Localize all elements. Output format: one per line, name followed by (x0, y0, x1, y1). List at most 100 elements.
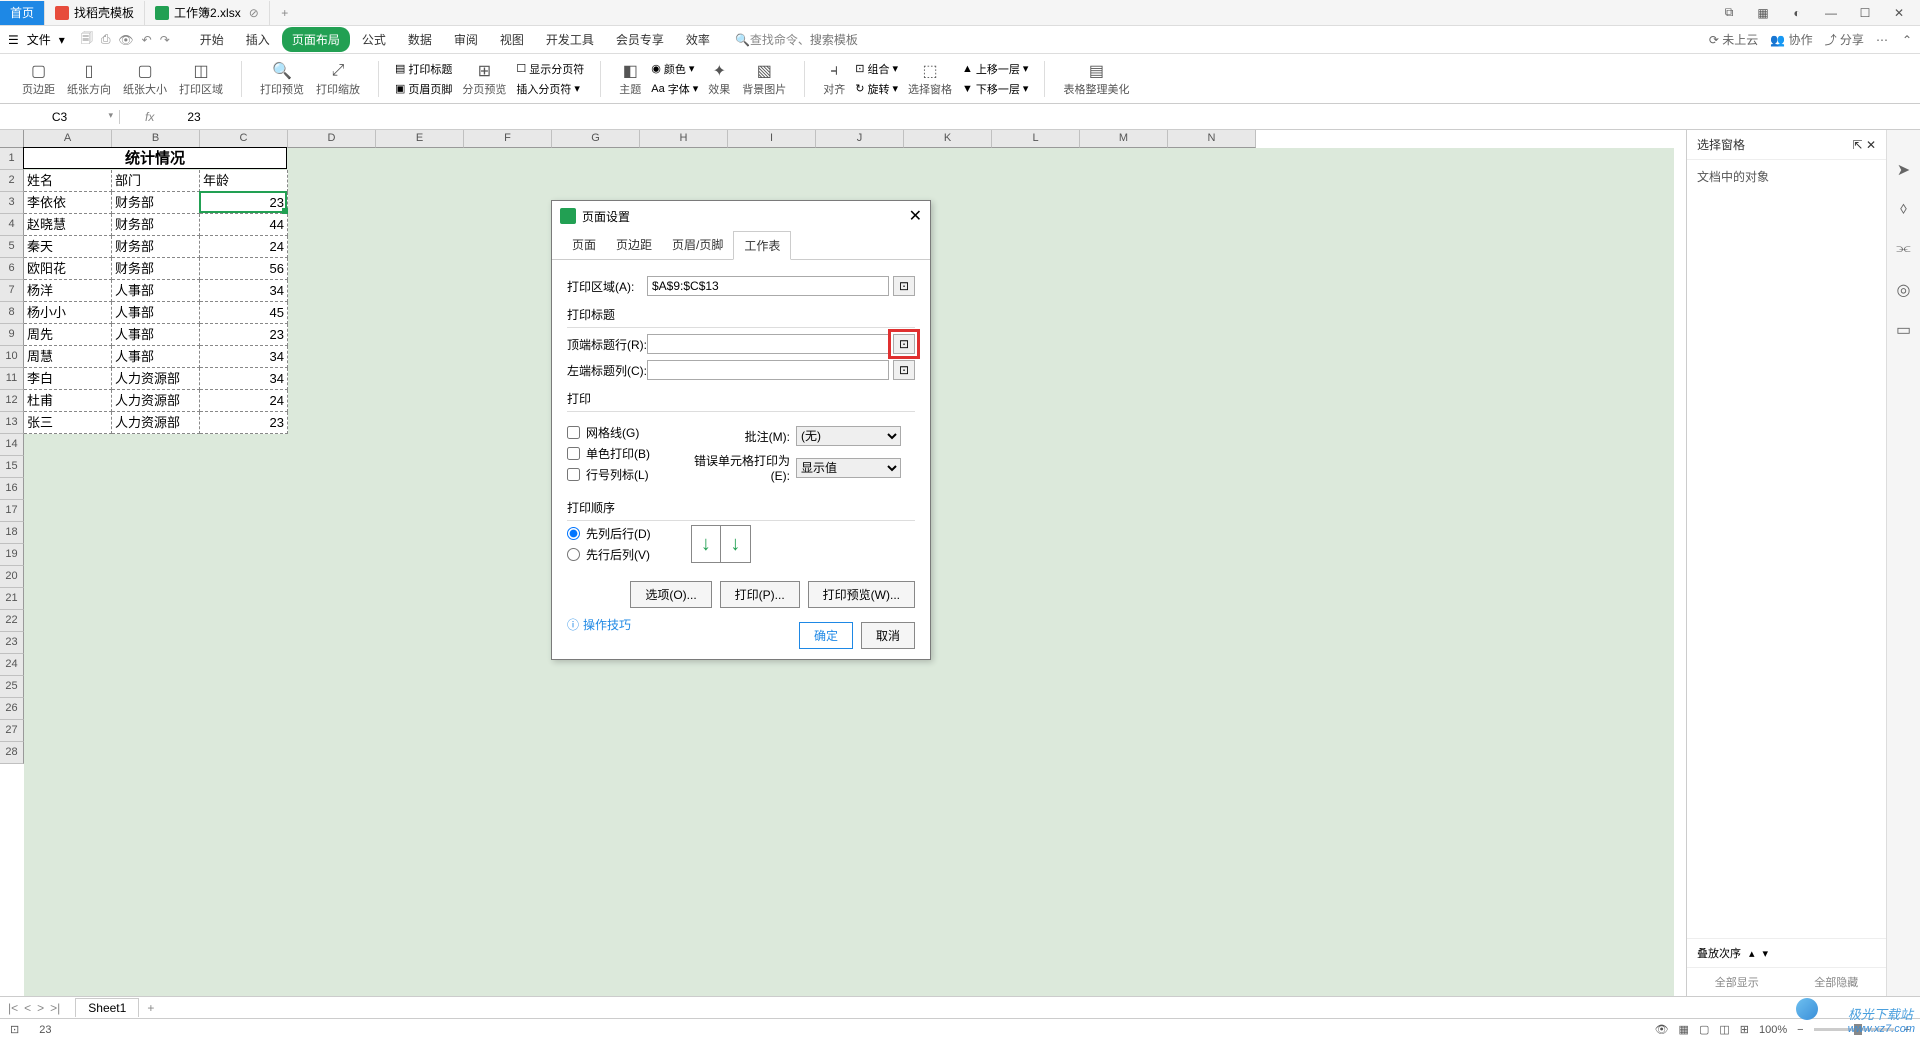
margins-button[interactable]: ▢页边距 (16, 59, 61, 99)
minimize-button[interactable]: — (1818, 2, 1844, 24)
add-sheet-button[interactable]: + (147, 1001, 154, 1015)
data-cell[interactable]: 34 (200, 346, 288, 368)
style-icon[interactable]: ⬨ (1894, 200, 1914, 220)
row-header[interactable]: 13 (0, 412, 24, 434)
data-cell[interactable]: 杜甫 (24, 390, 112, 412)
row-header[interactable]: 9 (0, 324, 24, 346)
menu-tab-2[interactable]: 页面布局 (282, 27, 350, 52)
data-cell[interactable]: 赵晓慧 (24, 214, 112, 236)
ok-button[interactable]: 确定 (799, 622, 853, 649)
save-icon[interactable]: 🗐 (81, 29, 93, 50)
search-box[interactable]: 🔍 查找命令、 (735, 31, 890, 48)
data-cell[interactable]: 23 (200, 324, 288, 346)
menu-icon[interactable]: ☰ (8, 33, 19, 47)
size-button[interactable]: ▢纸张大小 (117, 59, 173, 99)
location-icon[interactable]: ◎ (1894, 280, 1914, 300)
print-area-input[interactable] (647, 276, 889, 296)
col-header[interactable]: D (288, 130, 376, 148)
fx-icon[interactable]: fx (120, 110, 179, 124)
effects-button[interactable]: ✦效果 (702, 59, 736, 99)
data-cell[interactable]: 财务部 (112, 192, 200, 214)
data-cell[interactable]: 李白 (24, 368, 112, 390)
col-header[interactable]: K (904, 130, 992, 148)
pointer-icon[interactable]: ➤ (1894, 160, 1914, 180)
sheet-tab[interactable]: Sheet1 (75, 998, 139, 1017)
cancel-button[interactable]: 取消 (861, 622, 915, 649)
pin-icon[interactable]: ⇱ (1853, 138, 1863, 152)
col-header[interactable]: A (24, 130, 112, 148)
dialog-tab-2[interactable]: 页眉/页脚 (662, 231, 733, 259)
menu-tab-3[interactable]: 公式 (352, 27, 396, 52)
layout-icon[interactable]: ⧉ (1716, 2, 1742, 24)
data-cell[interactable]: 人力资源部 (112, 368, 200, 390)
row-header[interactable]: 2 (0, 170, 24, 192)
menu-tab-5[interactable]: 审阅 (444, 27, 488, 52)
row-header[interactable]: 25 (0, 676, 24, 698)
row-header[interactable]: 17 (0, 500, 24, 522)
tips-link[interactable]: ⓘ 操作技巧 (567, 616, 631, 633)
dialog-tab-0[interactable]: 页面 (562, 231, 606, 259)
redo-icon[interactable]: ↷ (160, 33, 170, 47)
data-cell[interactable]: 34 (200, 368, 288, 390)
data-cell[interactable]: 45 (200, 302, 288, 324)
menu-tab-4[interactable]: 数据 (398, 27, 442, 52)
more-icon[interactable]: ⋯ (1876, 33, 1890, 47)
row-header[interactable]: 7 (0, 280, 24, 302)
col-header[interactable]: H (640, 130, 728, 148)
beautify-button[interactable]: ▤表格整理美化 (1057, 59, 1135, 99)
data-cell[interactable]: 李依依 (24, 192, 112, 214)
top-row-input[interactable] (647, 334, 889, 354)
header-cell[interactable]: 部门 (112, 170, 200, 192)
data-cell[interactable]: 周先 (24, 324, 112, 346)
header-footer-button[interactable]: ▣ 页眉页脚 (391, 80, 456, 98)
new-tab-button[interactable]: + (270, 6, 300, 20)
up-button[interactable]: ▴ (1749, 947, 1755, 960)
show-all-button[interactable]: 全部显示 (1687, 968, 1787, 996)
options-button[interactable]: 选项(O)... (630, 581, 711, 608)
print-scale-button[interactable]: ⤢打印缩放 (310, 59, 366, 99)
chain-icon[interactable]: ⫘ (1894, 240, 1914, 260)
order-down-radio[interactable]: 先列后行(D) (567, 525, 651, 542)
data-cell[interactable]: 财务部 (112, 258, 200, 280)
bring-forward-button[interactable]: ▲ 上移一层 ▾ (958, 60, 1032, 78)
zoom-out-button[interactable]: − (1797, 1024, 1803, 1036)
align-button[interactable]: ⫞对齐 (817, 59, 851, 99)
last-sheet-icon[interactable]: >| (50, 1001, 60, 1015)
header-cell[interactable]: 年龄 (200, 170, 288, 192)
col-header[interactable]: B (112, 130, 200, 148)
orientation-button[interactable]: ▯纸张方向 (61, 59, 117, 99)
first-sheet-icon[interactable]: |< (8, 1001, 18, 1015)
data-cell[interactable]: 周慧 (24, 346, 112, 368)
data-cell[interactable]: 财务部 (112, 236, 200, 258)
row-header[interactable]: 15 (0, 456, 24, 478)
data-cell[interactable]: 23 (200, 412, 288, 434)
comments-select[interactable]: (无) (796, 426, 901, 446)
left-col-picker-icon[interactable]: ⊡ (893, 360, 915, 380)
row-header[interactable]: 21 (0, 588, 24, 610)
row-header[interactable]: 22 (0, 610, 24, 632)
preview-icon[interactable]: 👁 (118, 33, 133, 47)
row-header[interactable]: 28 (0, 742, 24, 764)
data-cell[interactable]: 欧阳花 (24, 258, 112, 280)
tab-workbook[interactable]: 工作簿2.xlsx⊘ (145, 1, 270, 25)
row-header[interactable]: 26 (0, 698, 24, 720)
row-header[interactable]: 1 (0, 148, 24, 170)
col-header[interactable]: F (464, 130, 552, 148)
undo-icon[interactable]: ↶ (142, 33, 152, 47)
title-cell[interactable]: 统计情况 (23, 147, 287, 169)
status-icon[interactable]: ⊡ (10, 1023, 19, 1036)
row-header[interactable]: 12 (0, 390, 24, 412)
errors-select[interactable]: 显示值 (796, 458, 901, 478)
coop-button[interactable]: 👥 协作 (1770, 31, 1812, 48)
print-area-button[interactable]: ◫打印区域 (173, 59, 229, 99)
formula-input[interactable]: 23 (179, 110, 1920, 124)
col-header[interactable]: N (1168, 130, 1256, 148)
data-cell[interactable]: 秦天 (24, 236, 112, 258)
view-break-icon[interactable]: ⊞ (1740, 1023, 1749, 1036)
header-cell[interactable]: 姓名 (24, 170, 112, 192)
row-header[interactable]: 8 (0, 302, 24, 324)
data-cell[interactable]: 56 (200, 258, 288, 280)
row-header[interactable]: 24 (0, 654, 24, 676)
row-header[interactable]: 20 (0, 566, 24, 588)
group-button[interactable]: ⊡ 组合 ▾ (851, 60, 902, 78)
